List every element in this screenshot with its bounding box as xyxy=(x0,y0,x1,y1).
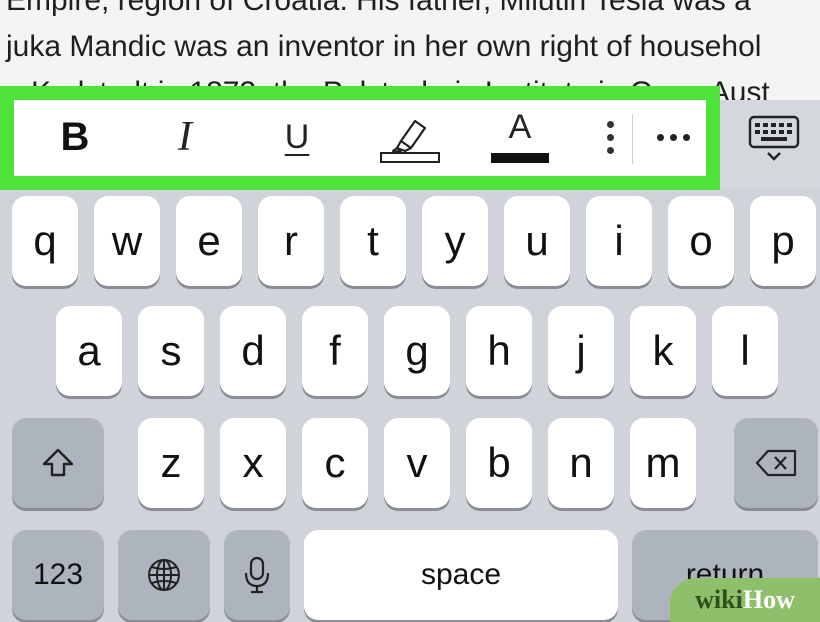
globe-icon xyxy=(148,559,180,591)
italic-button[interactable]: I xyxy=(150,98,220,176)
shift-icon xyxy=(42,448,74,477)
space-bar[interactable]: space xyxy=(304,530,618,620)
watermark-how: How xyxy=(742,585,795,614)
microphone-icon xyxy=(244,556,270,594)
ios-screen: Empire, region of Croatia. His father, M… xyxy=(0,0,820,622)
font-color-swatch xyxy=(491,153,549,163)
italic-icon: I xyxy=(178,114,192,160)
dictation-key[interactable] xyxy=(224,530,290,620)
key-i[interactable]: i xyxy=(586,196,652,286)
key-s[interactable]: s xyxy=(138,306,204,396)
key-d[interactable]: d xyxy=(220,306,286,396)
key-h[interactable]: h xyxy=(466,306,532,396)
bold-button[interactable]: B xyxy=(40,98,110,176)
key-x[interactable]: x xyxy=(220,418,286,508)
key-o[interactable]: o xyxy=(668,196,734,286)
toolbar-divider xyxy=(632,114,633,164)
document-line: juka Mandic was an inventor in her own r… xyxy=(6,30,762,63)
numbers-key[interactable]: 123 xyxy=(12,530,104,620)
key-e[interactable]: e xyxy=(176,196,242,286)
key-a[interactable]: a xyxy=(56,306,122,396)
bold-icon: B xyxy=(60,114,90,159)
key-v[interactable]: v xyxy=(384,418,450,508)
key-q[interactable]: q xyxy=(12,196,78,286)
key-g[interactable]: g xyxy=(384,306,450,396)
key-u[interactable]: u xyxy=(504,196,570,286)
highlighter-icon xyxy=(380,119,440,163)
more-button[interactable] xyxy=(640,98,706,176)
delete-icon xyxy=(755,449,797,477)
key-r[interactable]: r xyxy=(258,196,324,286)
key-n[interactable]: n xyxy=(548,418,614,508)
key-w[interactable]: w xyxy=(94,196,160,286)
more-icon xyxy=(656,133,690,141)
key-l[interactable]: l xyxy=(712,306,778,396)
document-line: Empire, region of Croatia. His father, M… xyxy=(6,0,751,17)
vertical-dots-icon xyxy=(606,120,614,154)
font-color-letter: A xyxy=(508,108,532,146)
document-text-area[interactable]: Empire, region of Croatia. His father, M… xyxy=(0,0,820,100)
key-z[interactable]: z xyxy=(138,418,204,508)
key-j[interactable]: j xyxy=(548,306,614,396)
vertical-dots-button[interactable] xyxy=(590,98,630,176)
key-f[interactable]: f xyxy=(302,306,368,396)
wikihow-watermark: wiki How xyxy=(670,578,820,622)
highlighter-button[interactable] xyxy=(370,98,450,176)
key-t[interactable]: t xyxy=(340,196,406,286)
underline-button[interactable]: U xyxy=(262,98,332,176)
key-m[interactable]: m xyxy=(630,418,696,508)
dismiss-keyboard-button[interactable] xyxy=(736,100,812,178)
font-color-button[interactable]: A xyxy=(480,98,560,176)
shift-key[interactable] xyxy=(12,418,104,508)
watermark-wiki: wiki xyxy=(695,585,743,614)
key-p[interactable]: p xyxy=(750,196,816,286)
globe-key[interactable] xyxy=(118,530,210,620)
key-y[interactable]: y xyxy=(422,196,488,286)
underline-icon: U xyxy=(284,117,310,156)
delete-key[interactable] xyxy=(734,418,818,508)
keyboard-dismiss-icon xyxy=(748,115,800,161)
key-b[interactable]: b xyxy=(466,418,532,508)
key-k[interactable]: k xyxy=(630,306,696,396)
key-c[interactable]: c xyxy=(302,418,368,508)
font-color-icon: A xyxy=(490,107,550,167)
